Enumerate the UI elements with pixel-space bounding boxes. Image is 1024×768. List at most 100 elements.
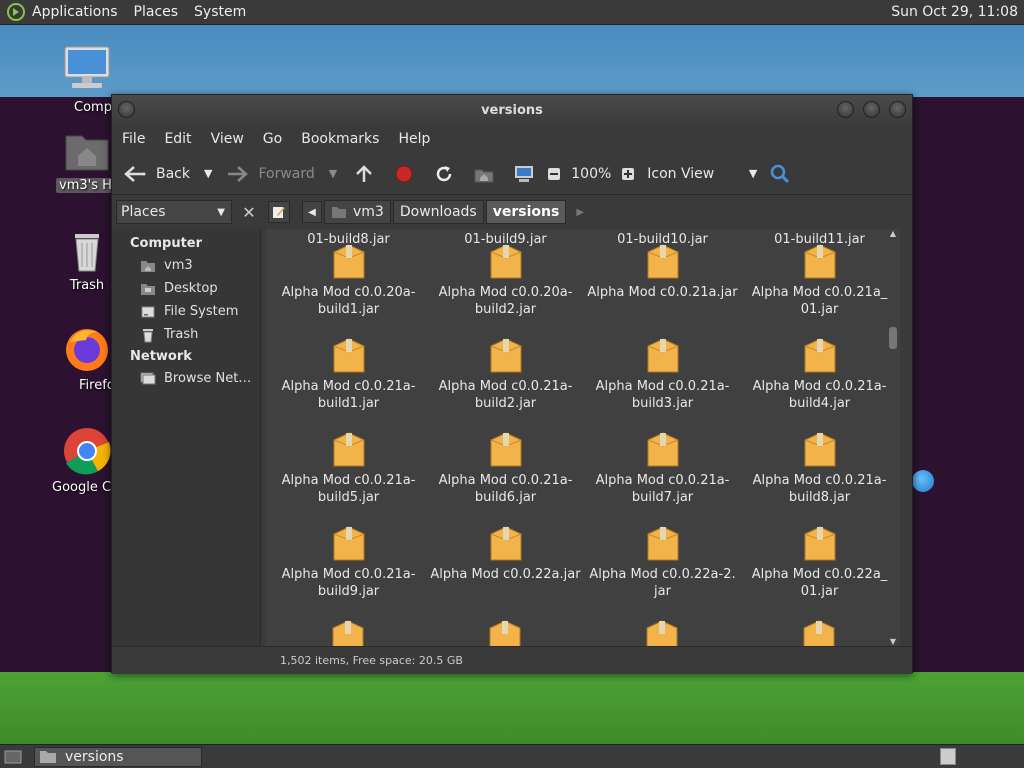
stop-icon[interactable] [391, 161, 417, 187]
file-item[interactable]: Alpha Mod c0.0.22a-2. jar [584, 524, 741, 600]
file-name: build1.jar [317, 396, 380, 411]
sidebar-item-file-system[interactable]: File System [112, 300, 260, 323]
computer-icon[interactable] [511, 161, 537, 187]
file-name: Alpha Mod c0.0.21a- [438, 379, 573, 394]
scroll-up-icon[interactable]: ▲ [888, 229, 898, 238]
forward-history-dropdown[interactable]: ▼ [329, 167, 337, 180]
file-item[interactable]: Alpha Mod c0.0.21a-build5.jar [270, 430, 427, 506]
file-name: build4.jar [788, 396, 851, 411]
jar-file-icon [332, 620, 364, 646]
window-title: versions [481, 102, 543, 118]
applications-menu[interactable]: Applications [32, 4, 118, 20]
crumb-scroll-left-icon[interactable]: ◀ [302, 201, 322, 223]
distro-logo-icon[interactable] [6, 2, 26, 22]
crumb-label: Downloads [399, 204, 477, 220]
sidebar-item-label: Trash [164, 327, 199, 342]
file-item[interactable]: Alpha Mod c0.0.22a.jar [427, 524, 584, 583]
desktop-icon-label: Trash [69, 278, 105, 293]
zoom-out-icon[interactable] [541, 161, 567, 187]
desktop-background-sky [0, 25, 1024, 97]
workspace-switcher[interactable] [940, 748, 956, 765]
jar-file-icon [490, 526, 521, 561]
menu-bookmarks[interactable]: Bookmarks [301, 131, 379, 147]
back-label: Back [156, 165, 190, 182]
file-item[interactable]: Alpha Mod c0.0.22a_ 01.jar [741, 524, 898, 600]
file-item[interactable]: Alpha Mod c0.0.21a-build4.jar [741, 336, 898, 412]
file-item[interactable]: Alpha Mod c0.0.21a-build6.jar [427, 430, 584, 506]
file-icon-view[interactable]: 01-build8.jar 01-build9.jar 01-build10.jar… [266, 229, 900, 646]
places-menu[interactable]: Places [134, 4, 179, 20]
zoom-level: 100% [571, 165, 612, 182]
jar-file-icon [490, 432, 521, 467]
crumb-versions[interactable]: versions [485, 200, 567, 224]
file-name: build2.jar [474, 396, 537, 411]
file-item[interactable]: Alpha Mod c0.0.20a-build2.jar [427, 242, 584, 318]
sidebar-item-desktop[interactable]: Desktop [112, 277, 260, 300]
bottom-panel: versions [0, 744, 1024, 768]
zoom-in-icon[interactable] [615, 161, 641, 187]
home-icon[interactable] [471, 161, 497, 187]
file-name: Alpha Mod c0.0.21a- [752, 473, 887, 488]
jar-file-icon [333, 432, 364, 467]
menu-edit[interactable]: Edit [164, 131, 191, 147]
forward-button[interactable]: Forward [224, 161, 315, 187]
sidebar-heading-network: Network [130, 349, 192, 364]
file-item[interactable]: Alpha Mod c0.0.21a_ 01.jar [741, 242, 898, 318]
file-name: Alpha Mod c0.0.22a_ [751, 567, 888, 582]
file-item[interactable]: Alpha Mod c0.0.21a-build7.jar [584, 430, 741, 506]
crumb-scroll-right-icon[interactable]: ▶ [576, 207, 584, 218]
taskbar-item-versions[interactable]: versions [34, 747, 202, 767]
places-selector[interactable]: Places ▼ [116, 200, 232, 224]
maximize-button[interactable] [863, 101, 880, 118]
file-name: build2.jar [474, 302, 537, 317]
back-button[interactable]: Back [122, 161, 190, 187]
up-arrow-icon[interactable] [351, 161, 377, 187]
file-item[interactable]: Alpha Mod c0.0.21a-build1.jar [270, 336, 427, 412]
file-name: build9.jar [317, 584, 380, 599]
window-menu-button[interactable] [118, 101, 135, 118]
close-button[interactable] [889, 101, 906, 118]
menu-help[interactable]: Help [398, 131, 430, 147]
chrome-icon [64, 428, 111, 475]
sidebar-item-browse-network[interactable]: Browse Net… [112, 367, 260, 390]
system-menu[interactable]: System [194, 4, 246, 20]
search-icon[interactable] [767, 161, 793, 187]
sidebar-item-vm3[interactable]: vm3 [112, 254, 260, 277]
window-body: Computer vm3 Desktop File System Trash N… [112, 229, 912, 646]
minimize-button[interactable] [837, 101, 854, 118]
vertical-scrollbar[interactable]: ▲ ▼ [888, 229, 898, 646]
menu-go[interactable]: Go [263, 131, 282, 147]
file-name: Alpha Mod c0.0.22a.jar [430, 567, 581, 582]
file-item[interactable]: Alpha Mod c0.0.20a-build1.jar [270, 242, 427, 318]
reload-icon[interactable] [431, 161, 457, 187]
trash-icon [75, 234, 99, 272]
file-item[interactable]: Alpha Mod c0.0.21a-build2.jar [427, 336, 584, 412]
window-titlebar[interactable]: versions [112, 95, 912, 125]
jar-file-icon [333, 244, 364, 279]
view-mode-select[interactable]: Icon View ▼ [647, 166, 757, 182]
jar-file-icon [646, 620, 678, 646]
file-item[interactable]: Alpha Mod c0.0.21a.jar [584, 242, 741, 301]
clock[interactable]: Sun Oct 29, 11:08 [891, 4, 1018, 20]
file-name: Alpha Mod c0.0.21a- [438, 473, 573, 488]
scroll-down-icon[interactable]: ▼ [888, 637, 898, 646]
scrollbar-thumb[interactable] [889, 327, 897, 349]
file-name: Alpha Mod c0.0.20a- [438, 285, 573, 300]
edit-location-icon[interactable] [268, 201, 290, 223]
jar-file-icon [647, 526, 678, 561]
menu-file[interactable]: File [122, 131, 145, 147]
chevron-down-icon: ▼ [748, 167, 758, 180]
file-item[interactable]: Alpha Mod c0.0.21a-build3.jar [584, 336, 741, 412]
file-item[interactable]: Alpha Mod c0.0.21a-build8.jar [741, 430, 898, 506]
back-history-dropdown[interactable]: ▼ [204, 167, 212, 180]
file-item[interactable]: Alpha Mod c0.0.21a-build9.jar [270, 524, 427, 600]
file-name: build5.jar [317, 490, 380, 505]
show-desktop-icon[interactable] [4, 749, 22, 765]
close-sidebar-icon[interactable]: ✕ [238, 201, 260, 223]
sidebar-item-trash[interactable]: Trash [112, 323, 260, 346]
file-name: build1.jar [317, 302, 380, 317]
menu-view[interactable]: View [211, 131, 244, 147]
forward-label: Forward [258, 165, 315, 182]
crumb-downloads[interactable]: Downloads [392, 200, 484, 224]
crumb-vm3[interactable]: vm3 [324, 200, 391, 224]
